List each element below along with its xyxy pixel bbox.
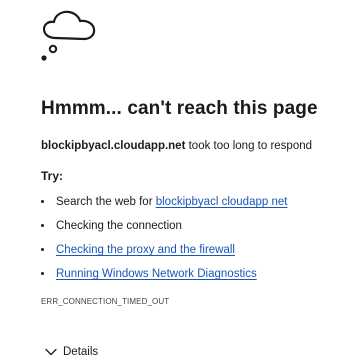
check-proxy-firewall-link[interactable]: Checking the proxy and the firewall (56, 244, 235, 256)
chevron-down-icon (45, 348, 57, 356)
network-diagnostics-link[interactable]: Running Windows Network Diagnostics (56, 268, 257, 280)
suggestion-network-diagnostics: Running Windows Network Diagnostics (41, 266, 287, 290)
error-page: Hmmm... can't reach this page blockipbya… (0, 0, 364, 361)
suggestion-check-connection: Checking the connection (41, 218, 287, 242)
suggestion-text: Search the web for (56, 196, 156, 208)
suggestion-search-web: Search the web for blockipbyacl cloudapp… (41, 194, 287, 218)
error-code: ERR_CONNECTION_TIMED_OUT (41, 297, 170, 306)
bullet-icon (41, 272, 44, 275)
page-title: Hmmm... can't reach this page (41, 98, 318, 119)
details-label: Details (63, 346, 99, 358)
search-web-link[interactable]: blockipbyacl cloudapp net (156, 196, 288, 208)
suggestion-check-proxy: Checking the proxy and the firewall (41, 242, 287, 266)
cloud-disconnected-icon (41, 10, 96, 61)
error-message: blockipbyacl.cloudapp.net took too long … (41, 140, 312, 152)
bullet-icon (41, 248, 44, 251)
bullet-icon (41, 224, 44, 227)
error-message-text: took too long to respond (185, 140, 313, 152)
suggestion-list: Search the web for blockipbyacl cloudapp… (41, 194, 287, 290)
details-button[interactable]: Details (41, 343, 98, 361)
try-heading: Try: (41, 169, 64, 183)
host-name: blockipbyacl.cloudapp.net (41, 140, 186, 152)
suggestion-text: Checking the connection (56, 220, 182, 232)
bullet-icon (41, 200, 44, 203)
